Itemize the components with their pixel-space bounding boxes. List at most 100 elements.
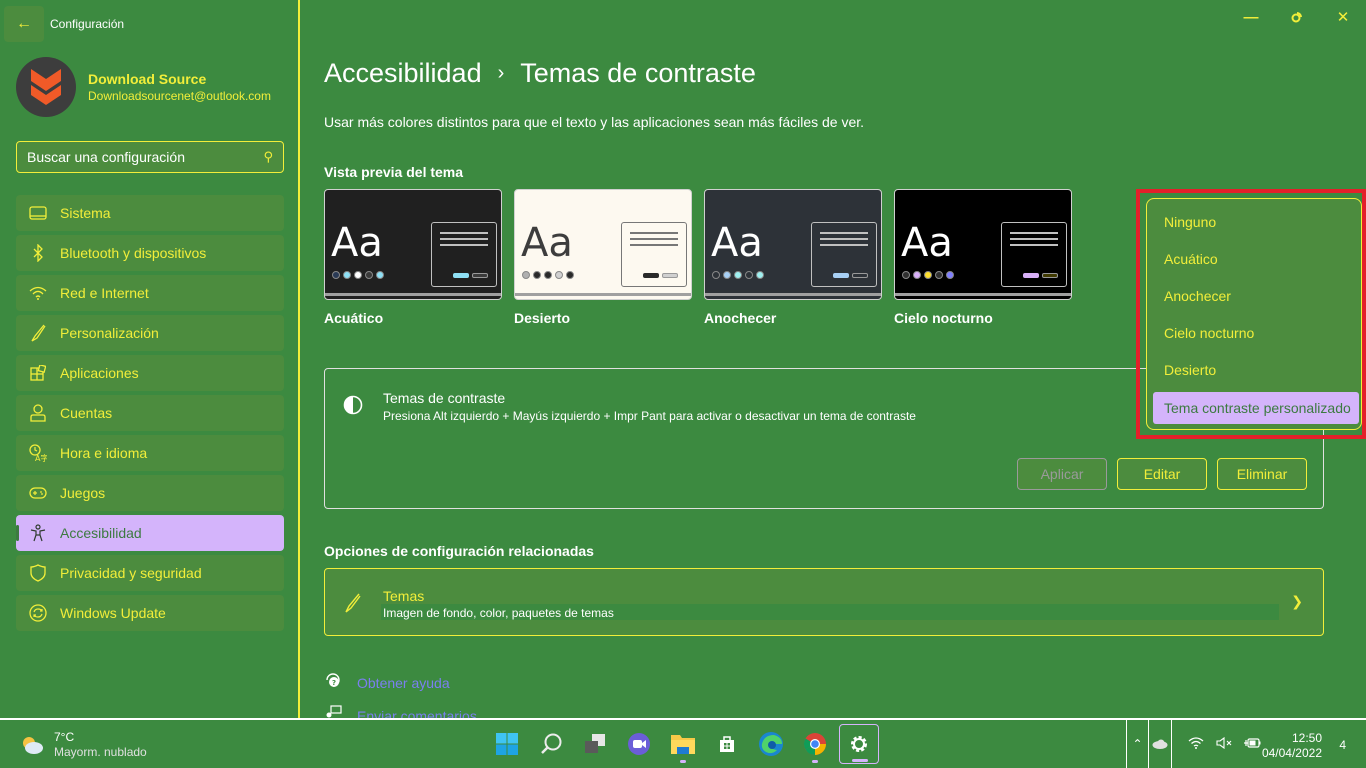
dropdown-option-acuatico[interactable]: Acuático [1147,240,1361,277]
sidebar-item-accesibilidad[interactable]: Accesibilidad [16,515,284,551]
breadcrumb-parent[interactable]: Accesibilidad [324,58,482,89]
contrast-theme-dropdown[interactable]: Ninguno Acuático Anochecer Cielo nocturn… [1146,198,1362,430]
task-view-icon [585,734,605,753]
preview-text-line [820,244,868,246]
notification-count[interactable]: 4 [1339,738,1346,752]
theme-preview-card[interactable]: Aa [324,189,502,300]
color-swatch [332,271,340,279]
color-swatch [734,271,742,279]
dropdown-option-desierto[interactable]: Desierto [1147,351,1361,388]
related-setting-title: Temas [383,588,425,604]
preview-taskbar [515,293,691,296]
theme-preview-card[interactable]: Aa [514,189,692,300]
volume-muted-icon[interactable] [1216,736,1232,752]
active-indicator [852,759,868,762]
taskbar-task-view[interactable] [575,724,615,764]
search-icon[interactable]: ⚲ [263,149,273,165]
taskbar-chrome[interactable] [795,724,835,764]
wifi-icon[interactable] [1188,736,1204,752]
weather-description: Mayorm. nublado [54,745,147,759]
dropdown-option-cielo-nocturno[interactable]: Cielo nocturno [1147,314,1361,351]
color-swatch [354,271,362,279]
taskbar-search[interactable] [531,724,571,764]
chevron-up-icon: ⌃ [1132,737,1143,751]
preview-button-secondary [1042,273,1058,278]
sidebar-item-aplicaciones[interactable]: Aplicaciones [16,355,284,391]
sidebar-item-juegos[interactable]: Juegos [16,475,284,511]
accessibility-icon [30,524,46,542]
close-button[interactable]: ✕ [1320,0,1366,34]
minimize-icon: — [1243,8,1259,26]
restore-button[interactable] [1274,0,1320,34]
contrast-panel-description: Presiona Alt izquierdo + Mayús izquierdo… [383,409,916,423]
settings-search[interactable]: ⚲ [16,141,284,173]
dropdown-option-personalizado[interactable]: Tema contraste personalizado [1153,392,1359,424]
preview-button-secondary [472,273,488,278]
taskbar-chat[interactable] [619,724,659,764]
preview-text-line [630,244,678,246]
sidebar-item-windows-update[interactable]: Windows Update [16,595,284,631]
clock[interactable]: 12:50 04/04/2022 [1262,731,1322,761]
apply-button[interactable]: Aplicar [1017,458,1107,490]
theme-preview-3[interactable]: Aa Cielo nocturno [894,189,1072,326]
preview-color-swatches [522,271,574,279]
onedrive-button[interactable] [1149,720,1172,768]
color-swatch [946,271,954,279]
preview-text-line [1010,232,1058,234]
search-icon [541,733,562,754]
user-profile[interactable]: Download Source Downloadsourcenet@outloo… [16,57,271,117]
update-icon [29,604,47,622]
show-hidden-icons-button[interactable]: ⌃ [1126,720,1149,768]
sidebar-item-personalizacion[interactable]: Personalización [16,315,284,351]
theme-preview-card[interactable]: Aa [894,189,1072,300]
preview-sample-text: Aa [521,220,573,266]
battery-charging-icon[interactable] [1244,737,1262,752]
theme-preview-card[interactable]: Aa [704,189,882,300]
sidebar-item-privacidad[interactable]: Privacidad y seguridad [16,555,284,591]
search-input[interactable] [27,149,264,165]
theme-preview-0[interactable]: Aa Acuático [324,189,502,326]
minimize-button[interactable]: — [1228,0,1274,34]
window-controls: — ✕ [1228,0,1366,34]
preview-section-title: Vista previa del tema [324,164,464,180]
theme-preview-1[interactable]: Aa Desierto [514,189,692,326]
taskbar-settings[interactable] [839,724,879,764]
color-swatch [343,271,351,279]
taskbar-start[interactable] [487,724,527,764]
get-help-link[interactable]: ? Obtener ayuda [324,672,450,693]
get-help-label: Obtener ayuda [357,674,450,691]
sidebar-item-sistema[interactable]: Sistema [16,195,284,231]
sidebar-item-red[interactable]: Red e Internet [16,275,284,311]
sidebar-item-label: Bluetooth y dispositivos [60,245,207,261]
dropdown-option-anochecer[interactable]: Anochecer [1147,277,1361,314]
monitor-icon [29,206,47,220]
taskbar-edge[interactable] [751,724,791,764]
sidebar-item-cuentas[interactable]: Cuentas [16,395,284,431]
sidebar-item-label: Windows Update [60,605,166,621]
onedrive-cloud-icon [1152,739,1168,749]
color-swatch [745,271,753,279]
theme-preview-label: Anochecer [704,310,777,326]
windows-start-icon [496,733,518,755]
preview-taskbar [325,293,501,296]
theme-preview-2[interactable]: Aa Anochecer [704,189,882,326]
taskbar-file-explorer[interactable] [663,724,703,764]
sidebar-divider [298,0,300,718]
preview-text-line [440,232,488,234]
dropdown-option-ninguno[interactable]: Ninguno [1147,203,1361,240]
apps-icon [30,365,46,381]
sidebar-item-bluetooth[interactable]: Bluetooth y dispositivos [16,235,284,271]
sidebar-item-label: Cuentas [60,405,113,421]
weather-widget[interactable]: 7°C Mayorm. nublado [20,730,147,760]
delete-button[interactable]: Eliminar [1217,458,1307,490]
running-indicator [812,760,818,763]
edit-button[interactable]: Editar [1117,458,1207,490]
sidebar-item-hora-idioma[interactable]: A字 Hora e idioma [16,435,284,471]
preview-text-line [440,238,488,240]
weather-temp: 7°C [54,730,75,744]
back-button[interactable]: ← [4,6,44,42]
taskbar-store[interactable] [707,724,747,764]
person-icon [30,404,46,422]
related-setting-temas[interactable]: Temas Imagen de fondo, color, paquetes d… [324,568,1324,636]
color-swatch [566,271,574,279]
